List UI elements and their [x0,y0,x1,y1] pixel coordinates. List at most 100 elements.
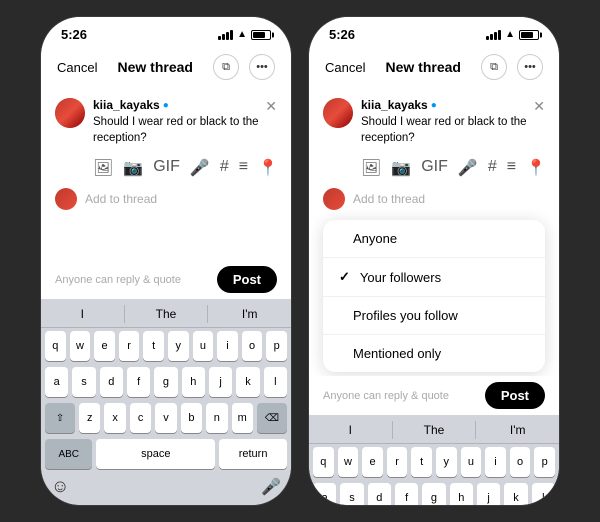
nav-title-right: New thread [386,59,461,75]
image-icon-left[interactable]: 🖼 [93,158,113,178]
kb-g-left[interactable]: g [154,367,177,397]
kb-w-right[interactable]: w [338,447,359,477]
kb-y-right[interactable]: y [436,447,457,477]
more-icon-right[interactable]: ••• [517,54,543,80]
kb-e-right[interactable]: e [362,447,383,477]
cancel-button-left[interactable]: Cancel [57,60,97,75]
kb-t-right[interactable]: t [411,447,432,477]
hash-icon-right[interactable]: # [488,158,497,178]
thread-content-right: kiia_kayaks ● Should I wear red or black… [309,88,559,152]
kb-u-left[interactable]: u [193,331,214,361]
cancel-button-right[interactable]: Cancel [325,60,365,75]
kb-l-left[interactable]: l [264,367,287,397]
gif-icon-left[interactable]: GIF [153,158,180,178]
close-icon-left[interactable]: ✕ [265,98,277,115]
status-time-right: 5:26 [329,27,355,42]
emoji-icon-left[interactable]: ☺ [51,476,69,497]
toolbar-left: 🖼 📷 GIF 🎤 # ≡ 📍 [41,152,291,182]
dropdown-anyone[interactable]: Anyone [323,220,545,258]
reply-hint-left[interactable]: Anyone can reply & quote [55,274,181,286]
kb-shift-left[interactable]: ⇧ [45,403,75,433]
kb-o-right[interactable]: o [510,447,531,477]
kb-y-left[interactable]: y [168,331,189,361]
kb-suggest-i-left[interactable]: I [41,305,125,323]
kb-space-left[interactable]: space [96,439,215,469]
hash-icon-left[interactable]: # [220,158,229,178]
kb-s-right[interactable]: s [340,483,363,505]
kb-delete-left[interactable]: ⌫ [257,403,287,433]
mic-icon-left[interactable]: 🎤 [261,477,281,497]
kb-r-right[interactable]: r [387,447,408,477]
add-thread-text-left[interactable]: Add to thread [85,192,157,206]
dropdown-your-followers[interactable]: Your followers [323,258,545,297]
kb-suggest-the-right[interactable]: The [393,421,477,439]
image-icon-right[interactable]: 🖼 [361,158,381,178]
mic2-icon-left[interactable]: 🎤 [190,158,210,178]
kb-x-left[interactable]: x [104,403,125,433]
status-icons-right: ▲ [486,29,539,40]
list-icon-right[interactable]: ≡ [507,158,516,178]
close-icon-right[interactable]: ✕ [533,98,545,115]
kb-p-left[interactable]: p [266,331,287,361]
location-icon-left[interactable]: 📍 [258,158,278,178]
kb-o-left[interactable]: o [242,331,263,361]
kb-b-left[interactable]: b [181,403,202,433]
reply-hint-right[interactable]: Anyone can reply & quote [323,390,449,402]
top-nav-right: Cancel New thread ⧉ ••• [309,46,559,88]
camera-icon-right[interactable]: 📷 [391,158,411,178]
kb-i-left[interactable]: i [217,331,238,361]
kb-h-left[interactable]: h [182,367,205,397]
kb-m-left[interactable]: m [232,403,253,433]
copy-icon-right[interactable]: ⧉ [481,54,507,80]
post-button-right[interactable]: Post [485,382,545,409]
kb-z-left[interactable]: z [79,403,100,433]
kb-c-left[interactable]: c [130,403,151,433]
more-icon-left[interactable]: ••• [249,54,275,80]
kb-f-left[interactable]: f [127,367,150,397]
dropdown-menu: Anyone Your followers Profiles you follo… [323,220,545,372]
kb-s-left[interactable]: s [72,367,95,397]
kb-r-left[interactable]: r [119,331,140,361]
kb-h-right[interactable]: h [450,483,473,505]
kb-l-right[interactable]: l [532,483,555,505]
kb-e-left[interactable]: e [94,331,115,361]
kb-return-left[interactable]: return [219,439,287,469]
camera-icon-left[interactable]: 📷 [123,158,143,178]
copy-icon-left[interactable]: ⧉ [213,54,239,80]
post-button-left[interactable]: Post [217,266,277,293]
wifi-icon: ▲ [237,29,247,40]
kb-a-right[interactable]: a [313,483,336,505]
kb-w-left[interactable]: w [70,331,91,361]
kb-k-right[interactable]: k [504,483,527,505]
kb-v-left[interactable]: v [155,403,176,433]
kb-k-left[interactable]: k [236,367,259,397]
kb-suggest-the-left[interactable]: The [125,305,209,323]
kb-f-right[interactable]: f [395,483,418,505]
dropdown-profiles-you-follow[interactable]: Profiles you follow [323,297,545,335]
kb-j-left[interactable]: j [209,367,232,397]
kb-a-left[interactable]: a [45,367,68,397]
kb-n-left[interactable]: n [206,403,227,433]
kb-u-right[interactable]: u [461,447,482,477]
kb-g-right[interactable]: g [422,483,445,505]
gif-icon-right[interactable]: GIF [421,158,448,178]
kb-suggest-im-left[interactable]: I'm [208,305,291,323]
kb-abc-left[interactable]: ABC [45,439,92,469]
kb-q-right[interactable]: q [313,447,334,477]
kb-suggest-im-right[interactable]: I'm [476,421,559,439]
kb-d-right[interactable]: d [368,483,391,505]
dropdown-mentioned-only[interactable]: Mentioned only [323,335,545,372]
mic2-icon-right[interactable]: 🎤 [458,158,478,178]
location-icon-right[interactable]: 📍 [526,158,546,178]
add-thread-text-right[interactable]: Add to thread [353,192,425,206]
nav-title-left: New thread [118,59,193,75]
kb-suggestions-left: I The I'm [41,299,291,328]
kb-j-right[interactable]: j [477,483,500,505]
kb-d-left[interactable]: d [100,367,123,397]
kb-p-right[interactable]: p [534,447,555,477]
list-icon-left[interactable]: ≡ [239,158,248,178]
kb-suggest-i-right[interactable]: I [309,421,393,439]
kb-q-left[interactable]: q [45,331,66,361]
kb-i-right[interactable]: i [485,447,506,477]
kb-t-left[interactable]: t [143,331,164,361]
